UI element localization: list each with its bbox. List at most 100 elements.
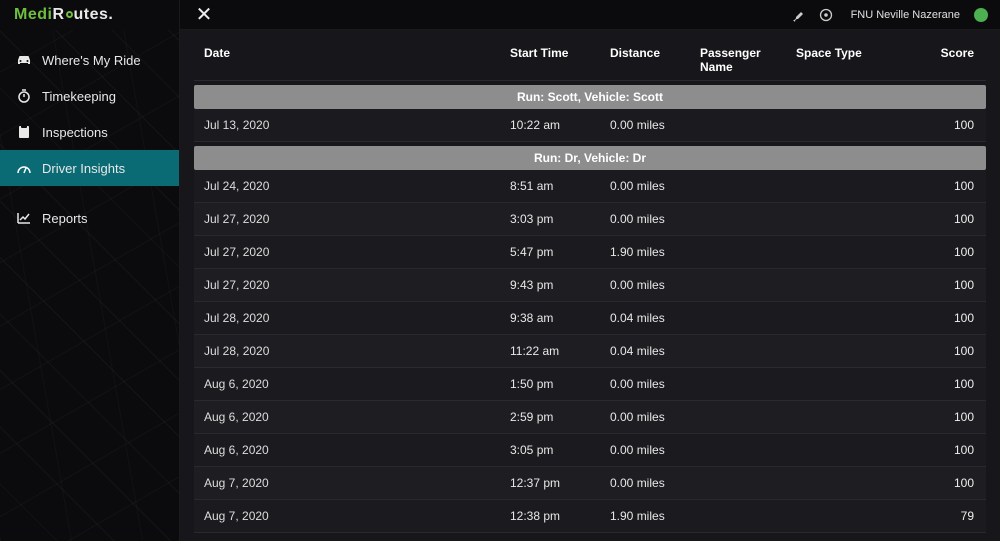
cell-distance: 0.00 miles [610,118,700,132]
cell-score: 79 [886,509,980,523]
cell-space [796,344,886,358]
table-group-header[interactable]: Run: Scott, Vehicle: Scott [194,85,986,109]
sidebar-item-timekeeping[interactable]: Timekeeping [0,78,179,114]
cell-date: Jul 27, 2020 [200,245,510,259]
col-header-start[interactable]: Start Time [510,46,610,74]
cell-space [796,245,886,259]
table-row[interactable]: Aug 7, 202012:38 pm1.90 miles 79 [194,500,986,533]
cell-score: 100 [886,377,980,391]
cell-passenger [700,410,796,424]
cell-passenger [700,443,796,457]
cell-distance: 0.00 miles [610,212,700,226]
user-name[interactable]: FNU Neville Nazerane [851,9,960,21]
cell-distance: 0.00 miles [610,179,700,193]
cell-score: 100 [886,311,980,325]
brush-icon[interactable] [789,6,807,24]
cell-space [796,377,886,391]
cell-date: Aug 7, 2020 [200,509,510,523]
table-row[interactable]: Aug 6, 20202:59 pm0.00 miles100 [194,401,986,434]
cell-date: Jul 24, 2020 [200,179,510,193]
table-row[interactable]: Jul 27, 20203:03 pm0.00 miles 100 [194,203,986,236]
cell-space [796,278,886,292]
cell-score: 100 [886,476,980,490]
cell-score: 100 [886,245,980,259]
cell-passenger [700,311,796,325]
cell-passenger [700,509,796,523]
cell-distance: 0.00 miles [610,278,700,292]
car-icon [16,54,32,66]
cell-start: 3:03 pm [510,212,610,226]
cell-distance: 1.90 miles [610,245,700,259]
main-area: ✕ FNU Neville Nazerane Date Start Time D… [180,0,1000,541]
col-header-score[interactable]: Score [886,46,980,74]
cell-start: 1:50 pm [510,377,610,391]
cell-passenger [700,278,796,292]
cell-date: Jul 13, 2020 [200,118,510,132]
sidebar-item-wheres-my-ride[interactable]: Where's My Ride [0,42,179,78]
cell-start: 9:38 am [510,311,610,325]
cell-distance: 0.00 miles [610,443,700,457]
cell-passenger [700,377,796,391]
cell-passenger [700,344,796,358]
col-header-date[interactable]: Date [200,46,510,74]
sidebar: MediRutes. Where's My Ride Timekeeping I… [0,0,180,541]
col-header-distance[interactable]: Distance [610,46,700,74]
sidebar-item-label: Where's My Ride [42,53,141,68]
logo-part1: Medi [14,6,52,24]
cell-passenger [700,118,796,132]
cell-space [796,509,886,523]
table-row[interactable]: Jul 13, 202010:22 am0.00 miles 100 [194,109,986,142]
table-row[interactable]: Jul 27, 20209:43 pm0.00 miles100 [194,269,986,302]
col-header-space[interactable]: Space Type [796,46,886,74]
cell-distance: 0.00 miles [610,377,700,391]
cell-space [796,410,886,424]
cell-date: Jul 27, 2020 [200,212,510,226]
sidebar-item-label: Inspections [42,125,108,140]
table-row[interactable]: Jul 24, 20208:51 am0.00 miles100 [194,170,986,203]
cell-distance: 1.90 miles [610,509,700,523]
stopwatch-icon [16,89,32,103]
cell-start: 3:05 pm [510,443,610,457]
cell-start: 10:22 am [510,118,610,132]
cell-passenger [700,212,796,226]
cell-start: 12:37 pm [510,476,610,490]
cell-space [796,212,886,226]
topbar: ✕ FNU Neville Nazerane [180,0,1000,30]
sidebar-item-label: Timekeeping [42,89,116,104]
cell-start: 9:43 pm [510,278,610,292]
cell-passenger [700,476,796,490]
cell-score: 100 [886,410,980,424]
cell-start: 8:51 am [510,179,610,193]
cell-date: Jul 28, 2020 [200,344,510,358]
table-row[interactable]: Jul 28, 202011:22 am0.04 miles100 [194,335,986,368]
cell-start: 11:22 am [510,344,610,358]
cell-score: 100 [886,443,980,457]
chart-icon [16,212,32,224]
cell-passenger [700,179,796,193]
sidebar-item-label: Driver Insights [42,161,125,176]
table-row[interactable]: Aug 6, 20203:05 pm0.00 miles100 [194,434,986,467]
sidebar-item-inspections[interactable]: Inspections [0,114,179,150]
table-header-row: Date Start Time Distance Passenger Name … [194,40,986,81]
cell-space [796,179,886,193]
cell-date: Jul 27, 2020 [200,278,510,292]
sidebar-item-reports[interactable]: Reports [0,200,179,236]
cell-distance: 0.04 miles [610,311,700,325]
settings-icon[interactable] [817,6,835,24]
col-header-passenger[interactable]: Passenger Name [700,46,796,74]
app-logo: MediRutes. [0,0,179,30]
table-row[interactable]: Aug 7, 202012:37 pm0.00 miles100 [194,467,986,500]
table-row[interactable]: Jul 28, 20209:38 am0.04 miles100 [194,302,986,335]
user-avatar[interactable] [974,8,988,22]
table-row[interactable]: Aug 6, 20201:50 pm0.00 miles100 [194,368,986,401]
logo-part3: utes. [74,6,114,24]
table-row[interactable]: Jul 27, 20205:47 pm1.90 miles100 [194,236,986,269]
logo-o-icon [66,11,73,18]
cell-score: 100 [886,118,980,132]
cell-score: 100 [886,212,980,226]
close-icon[interactable]: ✕ [192,5,216,25]
cell-passenger [700,245,796,259]
table-group-header[interactable]: Run: Dr, Vehicle: Dr [194,146,986,170]
sidebar-item-driver-insights[interactable]: Driver Insights [0,150,179,186]
cell-start: 12:38 pm [510,509,610,523]
